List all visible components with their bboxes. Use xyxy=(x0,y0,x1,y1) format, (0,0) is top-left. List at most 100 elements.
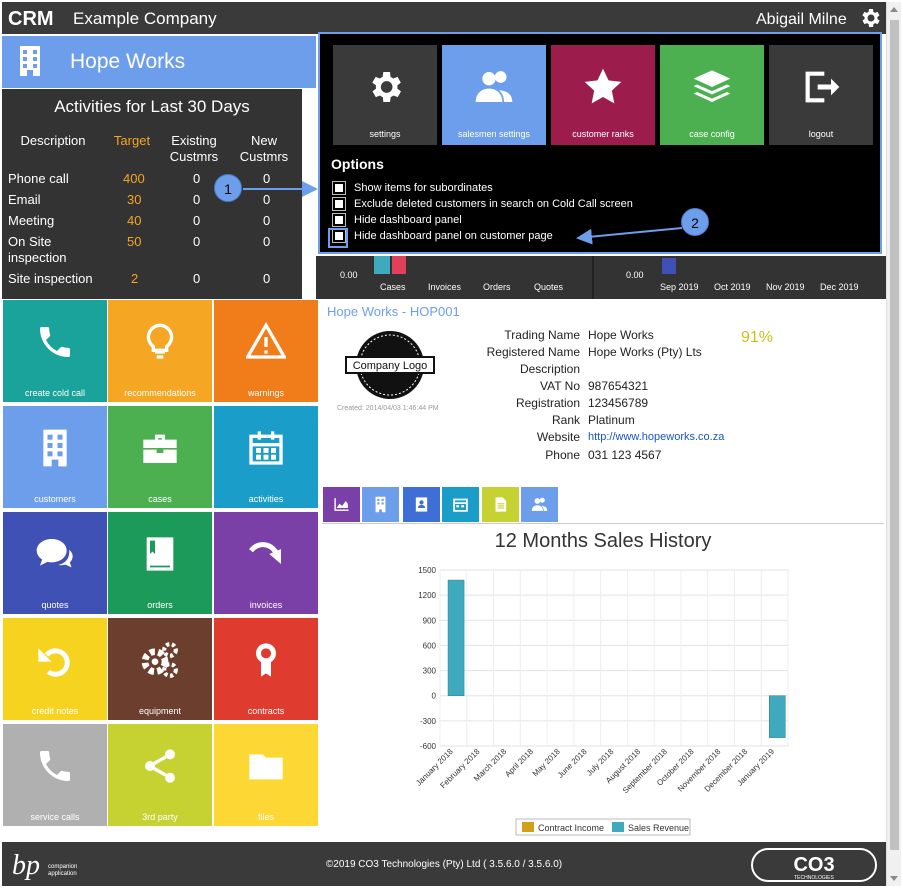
legend-swatch xyxy=(522,822,534,832)
user-name[interactable]: Abigail Milne xyxy=(756,11,847,29)
checkbox-label[interactable]: Hide dashboard panel xyxy=(354,214,462,226)
tab-users[interactable] xyxy=(521,487,558,522)
tile-warnings[interactable]: warnings xyxy=(214,300,318,402)
tile-equipment[interactable]: equipment xyxy=(108,618,212,720)
checkbox[interactable] xyxy=(332,213,346,227)
lightbulb-icon xyxy=(146,323,174,359)
tab-sales-history[interactable] xyxy=(323,487,360,522)
field-label: Trading Name xyxy=(504,328,580,342)
company-name: Example Company xyxy=(73,9,217,28)
svg-text:Company Logo: Company Logo xyxy=(353,360,428,372)
activity-desc: Meeting xyxy=(8,213,55,228)
field-label: Registration xyxy=(515,396,580,410)
case-config-tile[interactable]: case config xyxy=(660,45,764,145)
tab-company[interactable] xyxy=(362,487,399,522)
tile-recommendations[interactable]: recommendations xyxy=(108,300,212,402)
checkbox[interactable] xyxy=(332,181,346,195)
field-label: Website xyxy=(536,430,580,444)
field-label: Phone xyxy=(545,448,580,462)
checkbox-label[interactable]: Hide dashboard panel on customer page xyxy=(354,230,553,242)
checkbox-highlight xyxy=(328,228,348,248)
tile-contracts[interactable]: contracts xyxy=(214,618,318,720)
tab-contacts[interactable] xyxy=(403,487,440,522)
award-icon xyxy=(256,643,276,677)
tile-label: recommendations xyxy=(124,388,196,398)
activity-existing: 0 xyxy=(193,213,201,228)
phone-icon xyxy=(40,751,70,781)
y-tick-label: -600 xyxy=(420,742,437,751)
tile-cases[interactable]: cases xyxy=(108,406,212,508)
activity-new: 0 xyxy=(263,271,271,286)
mini-label: Dec 2019 xyxy=(820,282,859,292)
y-tick-label: -300 xyxy=(420,717,437,726)
tile-create-cold-call[interactable]: create cold call xyxy=(3,300,107,402)
y-tick-label: 1500 xyxy=(418,566,436,575)
tile-label: credit notes xyxy=(31,706,79,716)
checkbox[interactable] xyxy=(332,197,346,211)
tile-3rd-party[interactable]: 3rd party xyxy=(108,724,212,826)
y-tick-label: 0 xyxy=(432,692,437,701)
salesmen-settings-tile[interactable]: salesmen settings xyxy=(442,45,546,145)
field-label: Description xyxy=(519,362,580,376)
tile-label: customers xyxy=(34,494,76,504)
field-value: Platinum xyxy=(588,413,635,427)
activity-desc: Phone call xyxy=(8,171,69,186)
activity-existing: 0 xyxy=(193,234,201,249)
scroll-down-icon[interactable] xyxy=(890,876,898,881)
website-link[interactable]: http://www.hopeworks.co.za xyxy=(588,431,724,443)
activity-target: 30 xyxy=(127,192,142,207)
activity-existing: 0 xyxy=(193,271,201,286)
svg-text:TECHNOLOGIES: TECHNOLOGIES xyxy=(794,875,834,881)
activity-desc: Site inspection xyxy=(8,271,93,286)
tile-service-calls[interactable]: service calls xyxy=(3,724,107,826)
tile-orders[interactable]: orders xyxy=(108,512,212,614)
tile-customers[interactable]: customers xyxy=(3,406,107,508)
tab-documents[interactable] xyxy=(482,487,519,522)
crm-logo[interactable]: CRM xyxy=(8,8,64,28)
area-chart-icon xyxy=(334,498,349,511)
tile-label: activities xyxy=(248,494,284,504)
customer-ranks-tile[interactable]: customer ranks xyxy=(551,45,655,145)
gear-icon[interactable] xyxy=(858,6,882,30)
col-header-new: New Custmrs xyxy=(239,133,289,164)
field-label: VAT No xyxy=(539,379,580,393)
activity-new: 0 xyxy=(263,171,271,186)
field-label: Registered Name xyxy=(486,345,580,359)
document-icon xyxy=(495,497,507,512)
mini-label: Invoices xyxy=(428,282,462,292)
tile-quotes[interactable]: quotes xyxy=(3,512,107,614)
gears-icon xyxy=(141,642,178,678)
calendar-icon xyxy=(249,431,283,465)
activity-existing: 0 xyxy=(193,171,201,186)
tile-files[interactable]: files xyxy=(214,724,318,826)
y-tick-label: 1200 xyxy=(418,591,436,600)
tile-activities[interactable]: activities xyxy=(214,406,318,508)
mini-bar xyxy=(392,256,406,274)
gear-icon xyxy=(372,72,401,102)
tile-label: quotes xyxy=(41,600,69,610)
activity-target: 40 xyxy=(127,213,142,228)
field-value: Hope Works xyxy=(588,328,654,342)
folder-icon xyxy=(249,754,283,780)
checkbox-label[interactable]: Show items for subordinates xyxy=(354,182,493,194)
footer: bp companion application ©2019 CO3 Techn… xyxy=(2,842,886,886)
vertical-scrollbar[interactable] xyxy=(886,2,901,886)
mini-bar xyxy=(662,258,676,274)
scroll-thumb[interactable] xyxy=(890,20,899,850)
svg-text:CO3: CO3 xyxy=(793,854,834,876)
activity-new: 0 xyxy=(263,192,271,207)
scroll-up-icon[interactable] xyxy=(890,7,898,12)
customer-header[interactable]: Hope Works xyxy=(2,36,316,88)
svg-text:application: application xyxy=(48,871,77,877)
tile-invoices[interactable]: invoices xyxy=(214,512,318,614)
callout-2: 2 xyxy=(681,208,709,236)
tab-activities[interactable] xyxy=(442,487,479,522)
logout-tile[interactable]: logout xyxy=(769,45,873,145)
settings-tile[interactable]: settings xyxy=(333,45,437,145)
mini-axis-right: 0.00 xyxy=(626,270,644,280)
svg-text:CRM: CRM xyxy=(8,8,54,28)
checkbox-label[interactable]: Exclude deleted customers in search on C… xyxy=(354,198,633,210)
mini-label: Orders xyxy=(483,282,511,292)
options-heading: Options xyxy=(331,156,384,172)
tile-credit-notes[interactable]: credit notes xyxy=(3,618,107,720)
